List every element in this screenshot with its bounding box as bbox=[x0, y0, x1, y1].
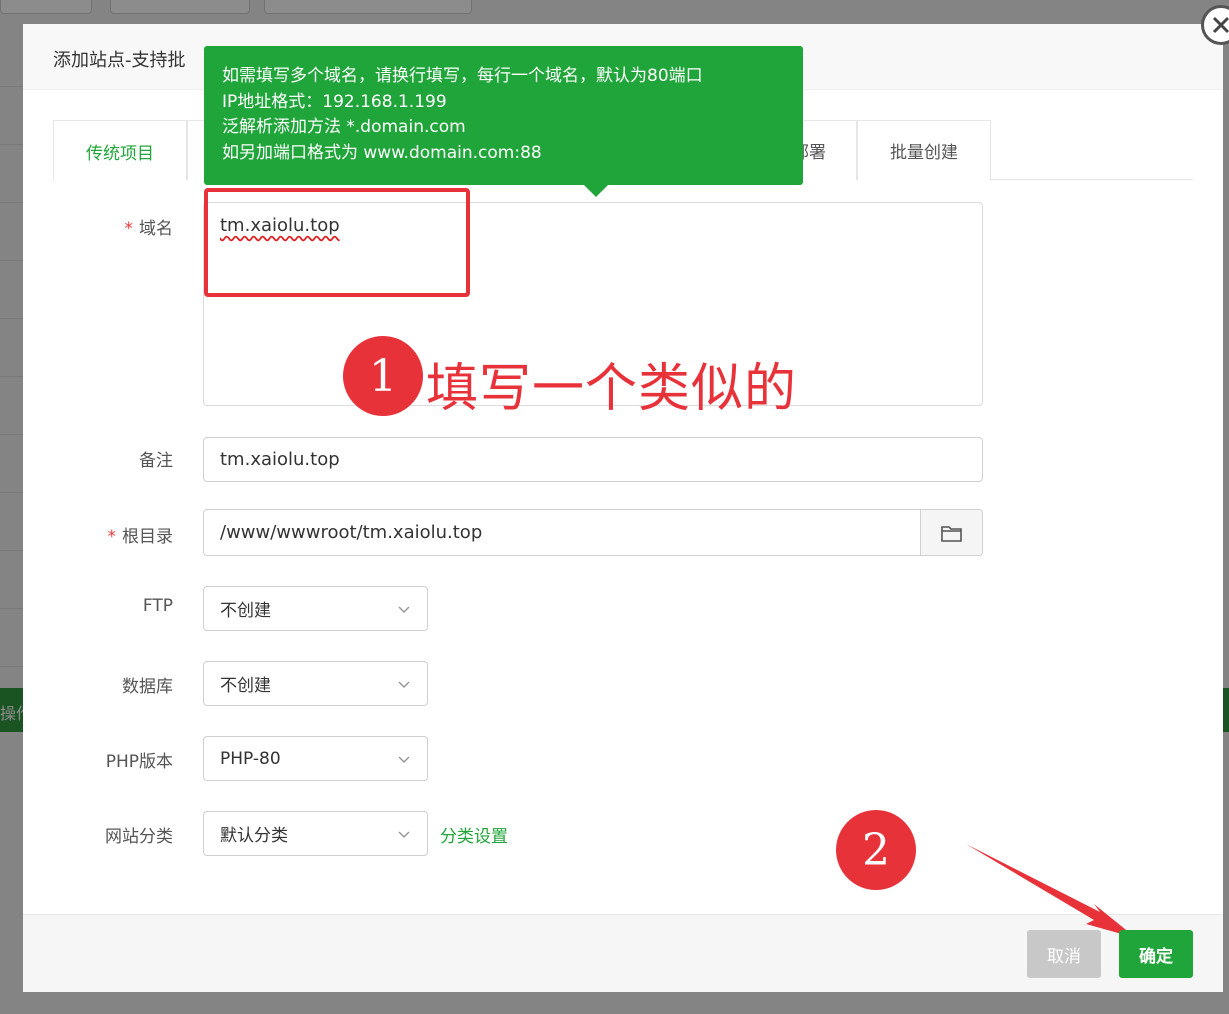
site-category-label: 网站分类 bbox=[105, 827, 173, 847]
folder-browse-button[interactable] bbox=[920, 510, 982, 555]
remark-input[interactable]: tm.xaiolu.top bbox=[203, 437, 983, 482]
domain-label: * 域名 bbox=[124, 219, 174, 239]
chevron-down-icon bbox=[398, 830, 410, 838]
chevron-down-icon bbox=[398, 755, 410, 763]
cancel-button[interactable]: 取消 bbox=[1027, 930, 1101, 978]
chevron-down-icon bbox=[398, 680, 410, 688]
tab-traditional-project[interactable]: 传统项目 bbox=[53, 120, 187, 181]
php-version-select[interactable]: PHP-80 bbox=[203, 736, 428, 781]
php-version-value: PHP-80 bbox=[220, 748, 281, 769]
close-icon bbox=[1212, 16, 1229, 34]
tooltip-line: 泛解析添加方法 *.domain.com bbox=[222, 117, 466, 137]
root-dir-input[interactable]: /www/wwwroot/tm.xaiolu.top bbox=[203, 509, 983, 556]
site-category-value: 默认分类 bbox=[220, 826, 288, 846]
tooltip-line: IP地址格式：192.168.1.199 bbox=[222, 91, 447, 112]
category-settings-link[interactable]: 分类设置 bbox=[440, 822, 508, 847]
php-version-label: PHP版本 bbox=[105, 752, 173, 772]
ftp-label: FTP bbox=[142, 596, 173, 616]
site-category-select[interactable]: 默认分类 bbox=[203, 811, 428, 856]
folder-icon bbox=[940, 525, 962, 542]
database-label: 数据库 bbox=[122, 677, 173, 697]
step-1-badge: 1 bbox=[343, 336, 423, 416]
tooltip-line: 如需填写多个域名，请换行填写，每行一个域名，默认为80端口 bbox=[222, 66, 703, 86]
highlight-box bbox=[204, 188, 470, 297]
database-select[interactable]: 不创建 bbox=[203, 661, 428, 706]
root-dir-value: /www/wwwroot/tm.xaiolu.top bbox=[220, 522, 483, 543]
step-1-note: 填写一个类似的 bbox=[426, 359, 798, 419]
domain-help-tooltip: 如需填写多个域名，请换行填写，每行一个域名，默认为80端口 IP地址格式：192… bbox=[204, 46, 803, 197]
chevron-down-icon bbox=[398, 605, 410, 613]
remark-label: 备注 bbox=[139, 451, 173, 471]
step-2-badge: 2 bbox=[836, 810, 916, 890]
ftp-select[interactable]: 不创建 bbox=[203, 586, 428, 631]
root-dir-label: * 根目录 bbox=[107, 527, 174, 547]
ftp-value: 不创建 bbox=[220, 601, 271, 621]
tab-batch-create[interactable]: 批量创建 bbox=[857, 120, 991, 180]
tooltip-line: 如另加端口格式为 www.domain.com:88 bbox=[222, 142, 542, 163]
database-value: 不创建 bbox=[220, 676, 271, 696]
confirm-button[interactable]: 确定 bbox=[1119, 930, 1193, 978]
remark-value: tm.xaiolu.top bbox=[220, 449, 340, 470]
